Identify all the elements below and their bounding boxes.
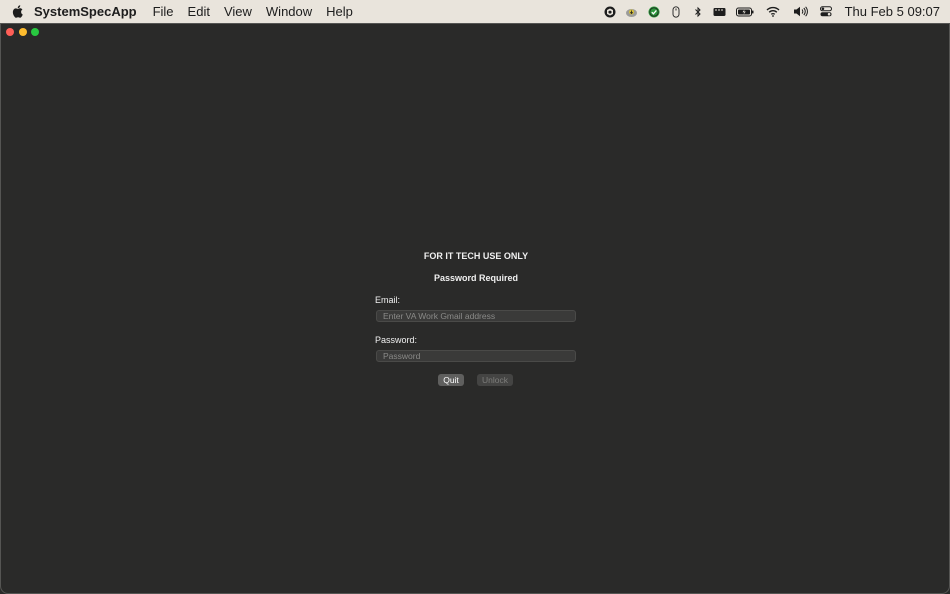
menu-bar-left: SystemSpecApp File Edit View Window Help <box>0 0 360 23</box>
minimize-window-icon[interactable] <box>18 28 27 36</box>
menu-edit[interactable]: Edit <box>181 0 217 23</box>
password-field[interactable] <box>376 350 576 362</box>
green-check-icon[interactable] <box>644 0 664 23</box>
cloud-sync-icon[interactable] <box>622 0 642 23</box>
menu-file[interactable]: File <box>146 0 181 23</box>
app-window: FOR IT TECH USE ONLY Password Required E… <box>0 23 950 594</box>
form-heading: Password Required <box>433 273 519 283</box>
bluetooth-icon[interactable] <box>688 0 708 23</box>
menu-bar-extras: Thu Feb 5 09:07 <box>599 0 950 23</box>
wifi-icon[interactable] <box>760 0 786 23</box>
access-notice: FOR IT TECH USE ONLY <box>423 251 529 261</box>
apple-logo-icon[interactable] <box>0 0 34 23</box>
close-window-icon[interactable] <box>6 28 14 36</box>
battery-charging-icon[interactable] <box>732 0 758 23</box>
password-label: Password: <box>375 335 418 345</box>
control-center-icon[interactable] <box>816 0 836 23</box>
display-icon[interactable] <box>710 0 730 23</box>
window-controls <box>6 28 44 36</box>
shield-cube-icon[interactable] <box>600 0 620 23</box>
quit-button[interactable]: Quit <box>438 374 464 386</box>
menu-app-name[interactable]: SystemSpecApp <box>34 0 146 23</box>
mouse-icon[interactable] <box>666 0 686 23</box>
menu-bar: SystemSpecApp File Edit View Window Help <box>0 0 950 23</box>
unlock-button[interactable]: Unlock <box>477 374 513 386</box>
email-field[interactable] <box>376 310 576 322</box>
menu-bar-clock[interactable]: Thu Feb 5 09:07 <box>837 4 950 19</box>
zoom-window-icon[interactable] <box>31 28 39 36</box>
menu-help[interactable]: Help <box>319 0 360 23</box>
email-label: Email: <box>375 295 401 305</box>
menu-window[interactable]: Window <box>259 0 319 23</box>
volume-icon[interactable] <box>788 0 814 23</box>
menu-view[interactable]: View <box>217 0 259 23</box>
